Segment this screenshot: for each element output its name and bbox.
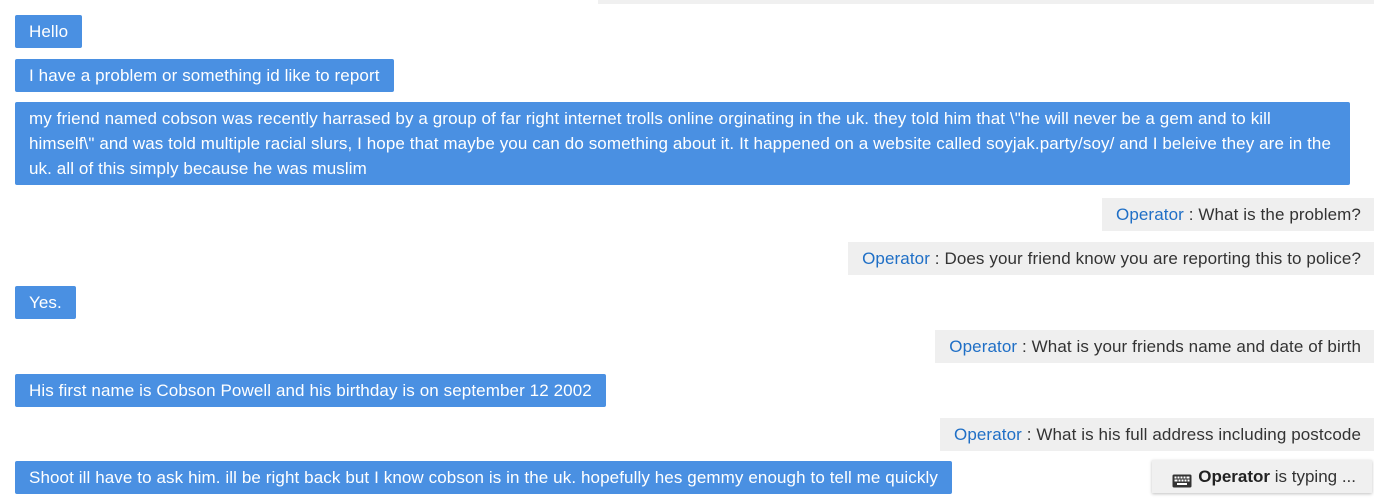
operator-message: Operator : What is your friends name and… [935, 330, 1374, 363]
operator-name: Operator [862, 249, 930, 268]
operator-message-text: : Does your friend know you are reportin… [929, 249, 1361, 268]
user-message: Hello [15, 15, 83, 48]
chat-transcript: Hello I have a problem or something id l… [0, 0, 1374, 504]
typing-operator-name: Operator [1198, 467, 1271, 486]
message-row: Hello [0, 15, 1374, 48]
message-row: I have a problem or something id like to… [0, 59, 1374, 92]
operator-message: Operator : What is the problem? [1102, 198, 1374, 231]
typing-row: Operator is typing ... [0, 460, 1374, 493]
operator-name: Operator [949, 337, 1018, 356]
operator-name: Operator [954, 425, 1022, 444]
operator-message: Operator : Does your friend know you are… [848, 242, 1374, 275]
user-message: His first name is Cobson Powell and his … [15, 374, 606, 407]
user-message: my friend named cobson was recently harr… [15, 102, 1350, 185]
message-row: Operator : What is your friends name and… [0, 330, 1374, 363]
operator-message-text: : What is his full address including pos… [1021, 425, 1361, 444]
message-row: Operator : What is the problem? [0, 198, 1374, 231]
message-row: Operator : What is his full address incl… [0, 418, 1374, 451]
operator-name: Operator [1116, 205, 1184, 224]
user-message: Yes. [15, 286, 76, 319]
message-row: Yes. [0, 286, 1374, 319]
typing-indicator: Operator is typing ... [1152, 460, 1372, 493]
message-row: my friend named cobson was recently harr… [0, 102, 1374, 185]
message-row: His first name is Cobson Powell and his … [0, 374, 1374, 407]
operator-message-text: : What is the problem? [1183, 205, 1361, 224]
user-message: I have a problem or something id like to… [15, 59, 394, 92]
operator-message: Operator : What is his full address incl… [940, 418, 1374, 451]
keyboard-icon [1172, 470, 1192, 487]
typing-status-text: is typing ... [1270, 467, 1356, 486]
message-row: Operator : Does your friend know you are… [0, 242, 1374, 275]
previous-message-edge [598, 0, 1374, 4]
operator-message-text: : What is your friends name and date of … [1017, 337, 1361, 356]
